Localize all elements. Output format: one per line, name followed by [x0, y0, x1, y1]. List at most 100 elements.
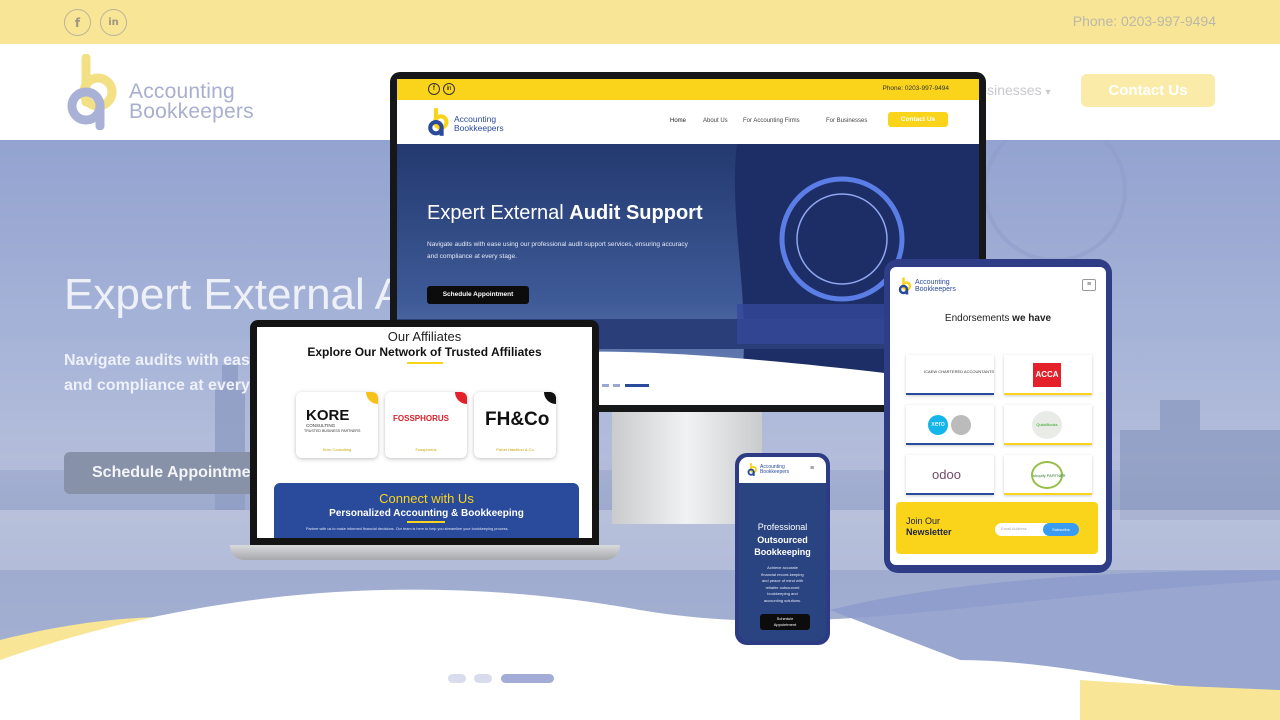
monitor-logo-icon: [428, 108, 449, 136]
affiliate-card: FOSSPHORUS Fossphorus: [385, 392, 467, 458]
linkedin-icon[interactable]: in: [100, 9, 127, 36]
tablet-heading-a: Endorsements: [944, 313, 1013, 324]
monitor-hero-text-line-2: and compliance at every stage.: [427, 253, 517, 260]
monitor-topbar: f in Phone: 0203-997-9494: [397, 79, 979, 100]
facebook-icon[interactable]: f: [64, 9, 91, 36]
tablet-logo-icon: [898, 277, 912, 295]
hero-title: Expert External A: [64, 270, 404, 319]
phone-button-line-2: Appointment: [773, 621, 797, 627]
monitor-linkedin-icon: in: [443, 83, 455, 95]
connect-title: Connect with Us: [379, 491, 474, 506]
logo-icon[interactable]: [64, 54, 128, 130]
phone-logo-line-2: Bookkeepers: [760, 469, 790, 475]
nav-item-businesses[interactable]: isinesses ▾: [984, 82, 1051, 98]
monitor-hero-title: Expert External Audit Support: [427, 202, 703, 225]
newsletter-title-a: Join Our: [906, 516, 941, 526]
affiliate-logo-kore: KORE: [306, 407, 350, 424]
endorsement-acca: ACCA: [1033, 363, 1061, 387]
monitor-menu-home: Home: [670, 118, 687, 124]
endorsement-card: shopify PARTNER: [1004, 455, 1092, 495]
phone-menu-icon: ≡: [810, 465, 815, 472]
affiliate-caption-kore: Kore Consulting: [322, 447, 352, 452]
monitor-hero-title-b: Audit Support: [569, 202, 703, 224]
laptop-screen: Our Affiliates Explore Our Network of Tr…: [257, 327, 592, 538]
connect-text: Partner with us to make informed financi…: [306, 527, 509, 531]
endorsement-card: xero: [906, 405, 994, 445]
facebook-label: f: [74, 15, 81, 30]
monitor-menu-about: About Us: [703, 118, 728, 124]
monitor-logo-text: Accounting Bookkeepers: [454, 115, 504, 133]
affiliate-card-accent: [544, 392, 556, 404]
phone-hero-title: Professional Outsourced Bookkeeping: [739, 521, 826, 559]
tablet-menu-icon: ≡: [1082, 279, 1096, 291]
newsletter-email-placeholder: Email Address: [1001, 526, 1027, 531]
monitor-logo-line-2: Bookkeepers: [454, 123, 504, 133]
endorsement-icaew: ICAEW CHARTERED ACCOUNTANTS: [924, 369, 995, 374]
connect-panel: Connect with Us Personalized Accounting …: [274, 483, 579, 538]
tablet-logo-text: Accounting Bookkeepers: [915, 279, 956, 293]
phone-mockup: Accounting Bookkeepers ≡ Professional Ou…: [735, 453, 830, 645]
connect-underline: [407, 521, 445, 523]
endorsement-xero: xero: [928, 415, 948, 435]
monitor-hero-text: Navigate audits with ease using our prof…: [427, 239, 688, 263]
newsletter-title-b: Newsletter: [906, 527, 952, 537]
logo-text: Accounting Bookkeepers: [129, 80, 254, 123]
affiliate-logo-fossphorus: FOSSPHORUS: [393, 414, 450, 423]
monitor-dot-3: [625, 384, 649, 387]
phone-title-line-1: Professional: [757, 522, 808, 532]
phone-title-line-2: Outsourced: [757, 534, 808, 545]
contact-button[interactable]: Contact Us: [1081, 74, 1215, 107]
newsletter-panel: Join Our Newsletter Email Address Subscr…: [896, 502, 1098, 554]
nav-item-businesses-label: isinesses: [984, 82, 1042, 98]
slider-dot-1[interactable]: [448, 674, 466, 683]
logo-line-2: Bookkeepers: [129, 100, 254, 123]
slider-dot-2[interactable]: [474, 674, 492, 683]
phone-header: Accounting Bookkeepers ≡: [739, 457, 826, 483]
endorsement-card: ICAEW CHARTERED ACCOUNTANTS: [906, 355, 994, 395]
endorsement-card: odoo: [906, 455, 994, 495]
monitor-contact-button: Contact Us: [888, 112, 948, 127]
phone-title-line-3: Bookkeeping: [754, 547, 811, 557]
laptop-base: [230, 545, 620, 560]
laptop-subheading: Explore Our Network of Trusted Affiliate…: [307, 345, 542, 359]
phone-text-line: accounting solutions.: [763, 597, 802, 603]
endorsement-card: QuickBooks: [1004, 405, 1092, 445]
phone-number[interactable]: Phone: 0203-997-9494: [1073, 13, 1216, 29]
affiliate-card-accent: [366, 392, 378, 404]
phone-screen: Accounting Bookkeepers ≡ Professional Ou…: [739, 457, 826, 641]
endorsement-quickbooks: QuickBooks: [1032, 411, 1062, 439]
connect-subtitle: Personalized Accounting & Bookkeeping: [329, 508, 524, 519]
slider-dot-3[interactable]: [501, 674, 554, 683]
tablet-screen: Accounting Bookkeepers ≡ Endorsements we…: [890, 267, 1106, 565]
laptop-mockup: Our Affiliates Explore Our Network of Tr…: [250, 320, 599, 545]
phone-schedule-button: Schedule Appointment: [760, 614, 810, 630]
endorsement-card: ACCA: [1004, 355, 1092, 395]
tablet-mockup: Accounting Bookkeepers ≡ Endorsements we…: [884, 259, 1112, 573]
tablet-heading: Endorsements we have: [890, 313, 1106, 324]
newsletter-title: Join Our Newsletter: [906, 516, 952, 538]
affiliate-card: KORE CONSULTING TRUSTED BUSINESS PARTNER…: [296, 392, 378, 458]
monitor-phone: Phone: 0203-997-9494: [882, 85, 949, 92]
monitor-facebook-icon: f: [428, 83, 440, 95]
monitor-hero-text-line-1: Navigate audits with ease using our prof…: [427, 241, 688, 248]
logo-line-1: Accounting: [129, 80, 235, 103]
monitor-schedule-button: Schedule Appointment: [427, 286, 529, 304]
monitor-dot-2: [613, 384, 620, 387]
affiliate-logo-fhco: FH&Co: [485, 409, 550, 430]
affiliate-tag-kore: CONSULTING: [306, 423, 336, 428]
schedule-appointment-button[interactable]: Schedule Appointmer: [64, 452, 264, 494]
tablet-heading-b: we have: [1012, 313, 1052, 324]
phone-hero-text: Achieve accurate financial record-keepin…: [739, 565, 826, 604]
monitor-dot-1: [602, 384, 609, 387]
phone-logo-icon: [747, 463, 757, 476]
affiliate-caption-fossphorus: Fossphorus: [415, 447, 437, 452]
endorsement-odoo: odoo: [932, 467, 961, 482]
monitor-menu-accounting-firms: For Accounting Firms: [743, 118, 800, 124]
laptop-heading: Our Affiliates: [387, 329, 462, 344]
endorsement-xero-badge: [951, 415, 971, 435]
affiliate-caption-fhco: Fishel Hamilton & Co: [496, 447, 534, 452]
monitor-hero-title-a: Expert External: [427, 202, 570, 224]
chevron-down-icon: ▾: [1045, 87, 1051, 98]
monitor-nav: Accounting Bookkeepers Home About Us For…: [397, 100, 979, 144]
tablet-logo-line-1: Accounting: [915, 279, 950, 286]
